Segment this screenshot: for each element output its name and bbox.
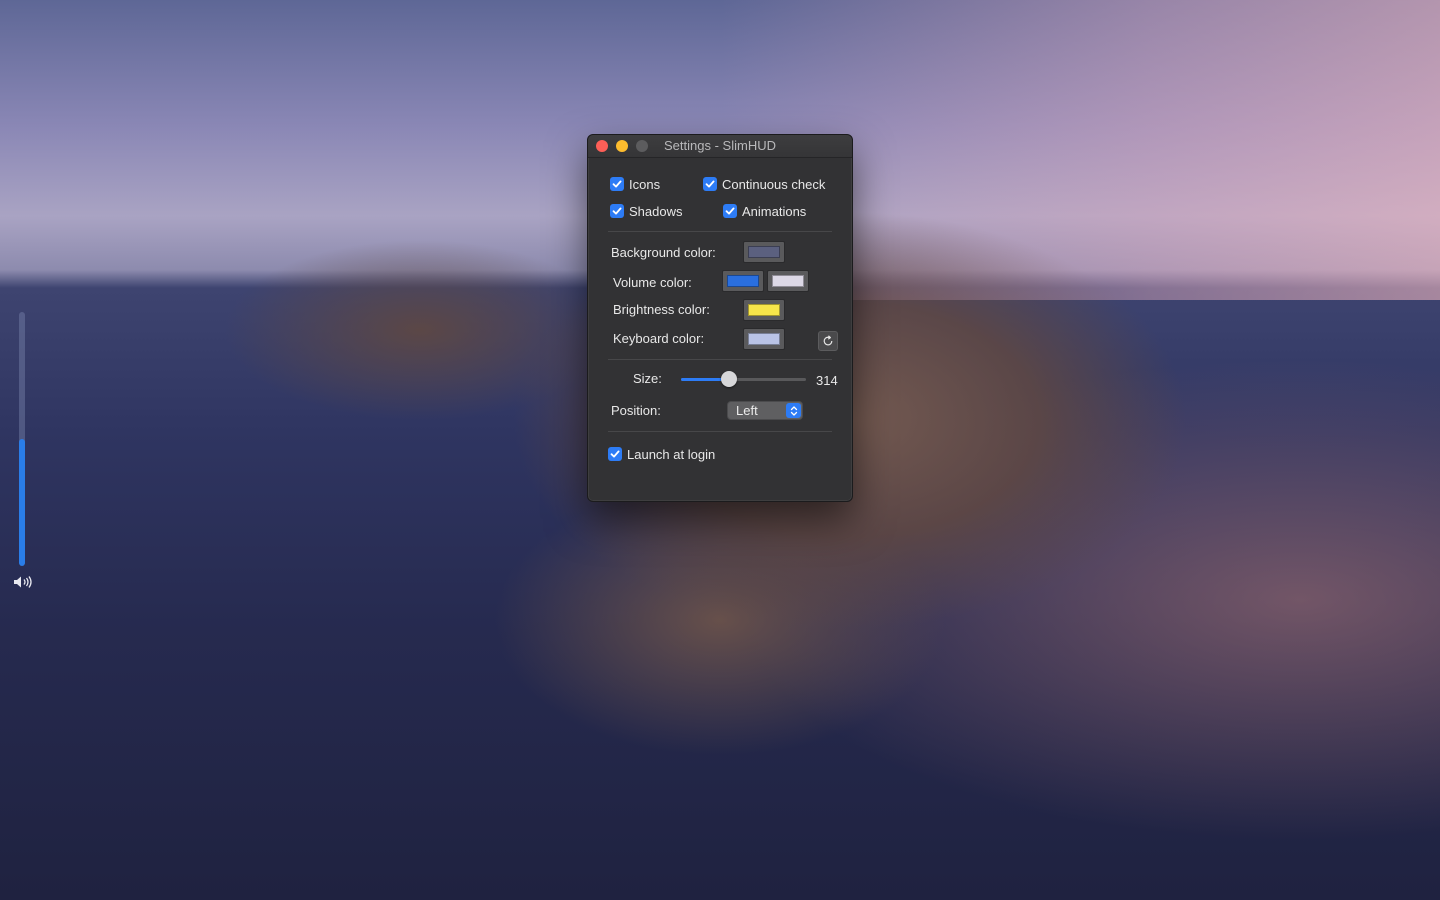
checkmark-icon[interactable] — [723, 204, 737, 218]
size-slider-knob[interactable] — [720, 371, 737, 387]
position-selected: Left — [736, 403, 758, 418]
size-slider[interactable] — [681, 371, 806, 387]
zoom-button — [636, 140, 648, 152]
animations-checkbox[interactable]: Animations — [723, 203, 806, 219]
speaker-icon — [13, 575, 35, 591]
settings-window: Settings - SlimHUD Icons Continuous chec… — [587, 134, 853, 502]
keyboard-color-label: Keyboard color: — [613, 331, 705, 346]
reset-colors-button[interactable] — [818, 331, 838, 351]
volume-color-label: Volume color: — [613, 275, 692, 290]
background-color-well[interactable] — [743, 241, 785, 263]
position-label: Position: — [611, 403, 661, 418]
background-color-swatch — [748, 246, 780, 258]
separator — [608, 359, 832, 360]
volume-hud-bar — [19, 312, 25, 566]
continuous-check-label: Continuous check — [722, 176, 826, 192]
refresh-icon — [823, 335, 833, 346]
brightness-color-label: Brightness color: — [613, 302, 710, 317]
volume-secondary-color-well[interactable] — [767, 270, 809, 292]
minimize-button[interactable] — [616, 140, 628, 152]
background-color-label: Background color: — [611, 245, 716, 260]
keyboard-color-swatch — [748, 333, 780, 345]
close-button[interactable] — [596, 140, 608, 152]
position-popup[interactable]: Left — [727, 401, 803, 420]
launch-at-login-checkbox[interactable]: Launch at login — [608, 446, 715, 462]
icons-label: Icons — [629, 176, 661, 192]
volume-secondary-color-swatch — [772, 275, 804, 287]
checkmark-icon[interactable] — [610, 177, 624, 191]
size-label: Size: — [633, 371, 662, 386]
animations-label: Animations — [742, 203, 807, 219]
size-value: 314 — [816, 373, 838, 388]
volume-color-well[interactable] — [722, 270, 764, 292]
checkmark-icon[interactable] — [610, 204, 624, 218]
keyboard-color-well[interactable] — [743, 328, 785, 350]
checkmark-icon[interactable] — [703, 177, 717, 191]
window-titlebar[interactable]: Settings - SlimHUD — [588, 135, 852, 158]
brightness-color-well[interactable] — [743, 299, 785, 321]
brightness-color-swatch — [748, 304, 780, 316]
separator — [608, 431, 832, 432]
icons-checkbox[interactable]: Icons — [610, 176, 660, 192]
shadows-label: Shadows — [629, 203, 683, 219]
launch-at-login-label: Launch at login — [627, 446, 716, 462]
updown-chevron-icon — [786, 403, 801, 418]
volume-color-swatch — [727, 275, 759, 287]
shadows-checkbox[interactable]: Shadows — [610, 203, 682, 219]
volume-hud-level — [19, 439, 25, 566]
checkmark-icon[interactable] — [608, 447, 622, 461]
continuous-check-checkbox[interactable]: Continuous check — [703, 176, 825, 192]
separator — [608, 231, 832, 232]
